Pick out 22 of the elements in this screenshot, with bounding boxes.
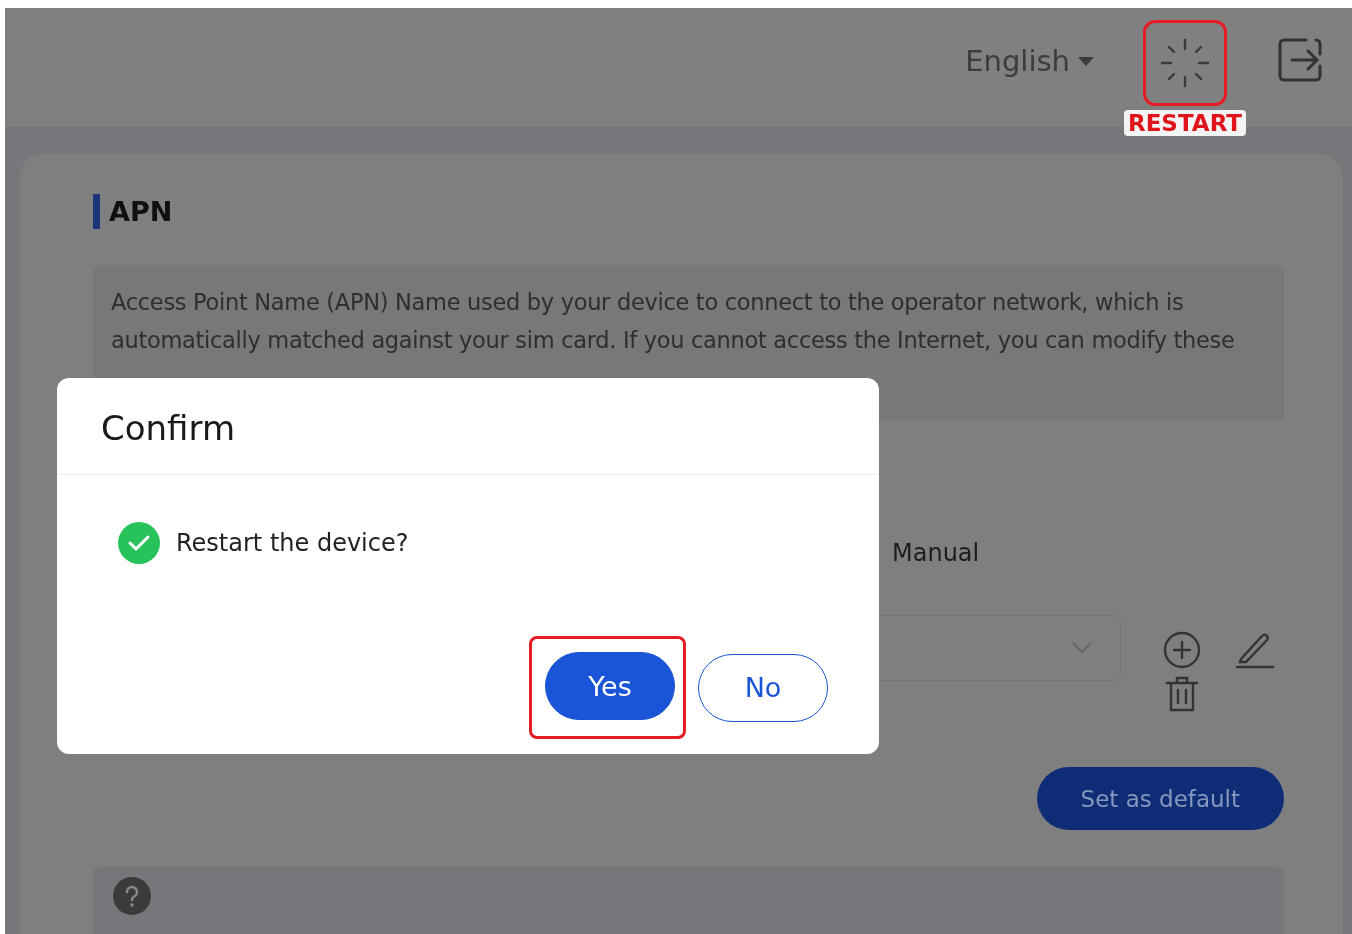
set-default-button[interactable]: Set as default bbox=[1036, 767, 1284, 830]
chevron-icon bbox=[1072, 642, 1092, 654]
language-dropdown[interactable]: English bbox=[965, 44, 1094, 78]
dialog-title: Confirm bbox=[57, 378, 879, 475]
restart-button[interactable] bbox=[1142, 20, 1227, 106]
logout-button[interactable] bbox=[1276, 36, 1324, 84]
help-icon[interactable] bbox=[113, 877, 151, 915]
mode-option[interactable]: Manual bbox=[892, 539, 980, 567]
logout-icon bbox=[1276, 36, 1324, 84]
caret-icon bbox=[1077, 56, 1094, 66]
pencil-icon bbox=[1235, 631, 1275, 669]
restart-annotation-label: RESTART bbox=[1123, 110, 1246, 136]
edit-button[interactable] bbox=[1235, 631, 1275, 669]
check-icon bbox=[118, 522, 160, 564]
section-title: APN bbox=[93, 194, 1284, 229]
dialog-message: Restart the device? bbox=[176, 529, 409, 557]
spinner-icon bbox=[1158, 37, 1211, 89]
trash-icon bbox=[1163, 675, 1201, 713]
cancel-button[interactable]: No bbox=[698, 653, 828, 722]
add-button[interactable] bbox=[1163, 631, 1203, 669]
add-icon bbox=[1163, 631, 1201, 669]
confirm-button[interactable]: Yes bbox=[545, 652, 675, 720]
